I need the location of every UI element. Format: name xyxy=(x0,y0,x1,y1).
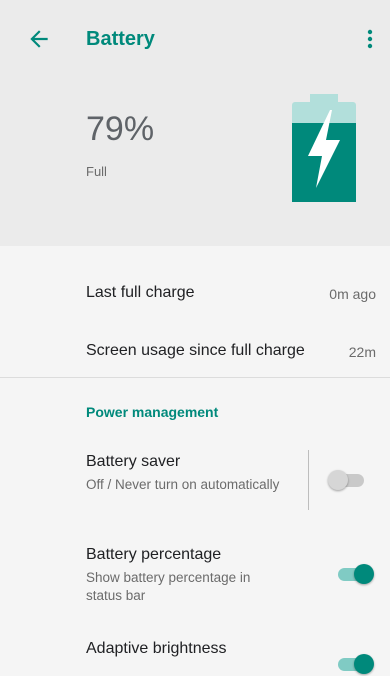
last-full-charge-label: Last full charge xyxy=(86,284,195,301)
adaptive-brightness-title: Adaptive brightness xyxy=(86,640,227,657)
last-full-charge-row[interactable]: Last full charge 0m ago xyxy=(0,270,390,316)
battery-percentage-switch[interactable] xyxy=(334,562,374,586)
divider xyxy=(0,377,390,378)
switch-thumb xyxy=(354,564,374,584)
screen-usage-label: Screen usage since full charge xyxy=(86,342,305,359)
switch-thumb xyxy=(328,470,348,490)
last-full-charge-value: 0m ago xyxy=(329,286,376,302)
arrow-back-icon[interactable] xyxy=(26,26,52,52)
battery-percentage-item[interactable]: Battery percentage Show battery percenta… xyxy=(0,538,390,614)
section-header-power-management: Power management xyxy=(86,404,219,420)
screen-usage-value: 22m xyxy=(348,344,376,360)
page-title: Battery xyxy=(86,28,155,50)
adaptive-brightness-item[interactable]: Adaptive brightness xyxy=(0,632,390,664)
battery-saver-title: Battery saver xyxy=(86,453,181,470)
vertical-divider xyxy=(308,450,309,510)
battery-saver-switch[interactable] xyxy=(328,468,368,492)
switch-thumb xyxy=(354,654,374,674)
battery-saver-summary: Off / Never turn on automatically xyxy=(86,477,280,492)
screen-usage-row[interactable]: Screen usage since full charge 22m xyxy=(0,328,390,374)
battery-level-text: 79% xyxy=(86,110,155,148)
battery-percentage-title: Battery percentage xyxy=(86,546,222,563)
battery-header: Battery 79% Full xyxy=(0,0,390,246)
adaptive-brightness-switch[interactable] xyxy=(334,652,374,676)
battery-status: Full xyxy=(86,164,107,179)
battery-percentage-summary: Show battery percentage in status bar xyxy=(86,570,251,603)
more-vert-icon[interactable] xyxy=(362,26,378,52)
battery-charging-icon xyxy=(290,94,358,202)
